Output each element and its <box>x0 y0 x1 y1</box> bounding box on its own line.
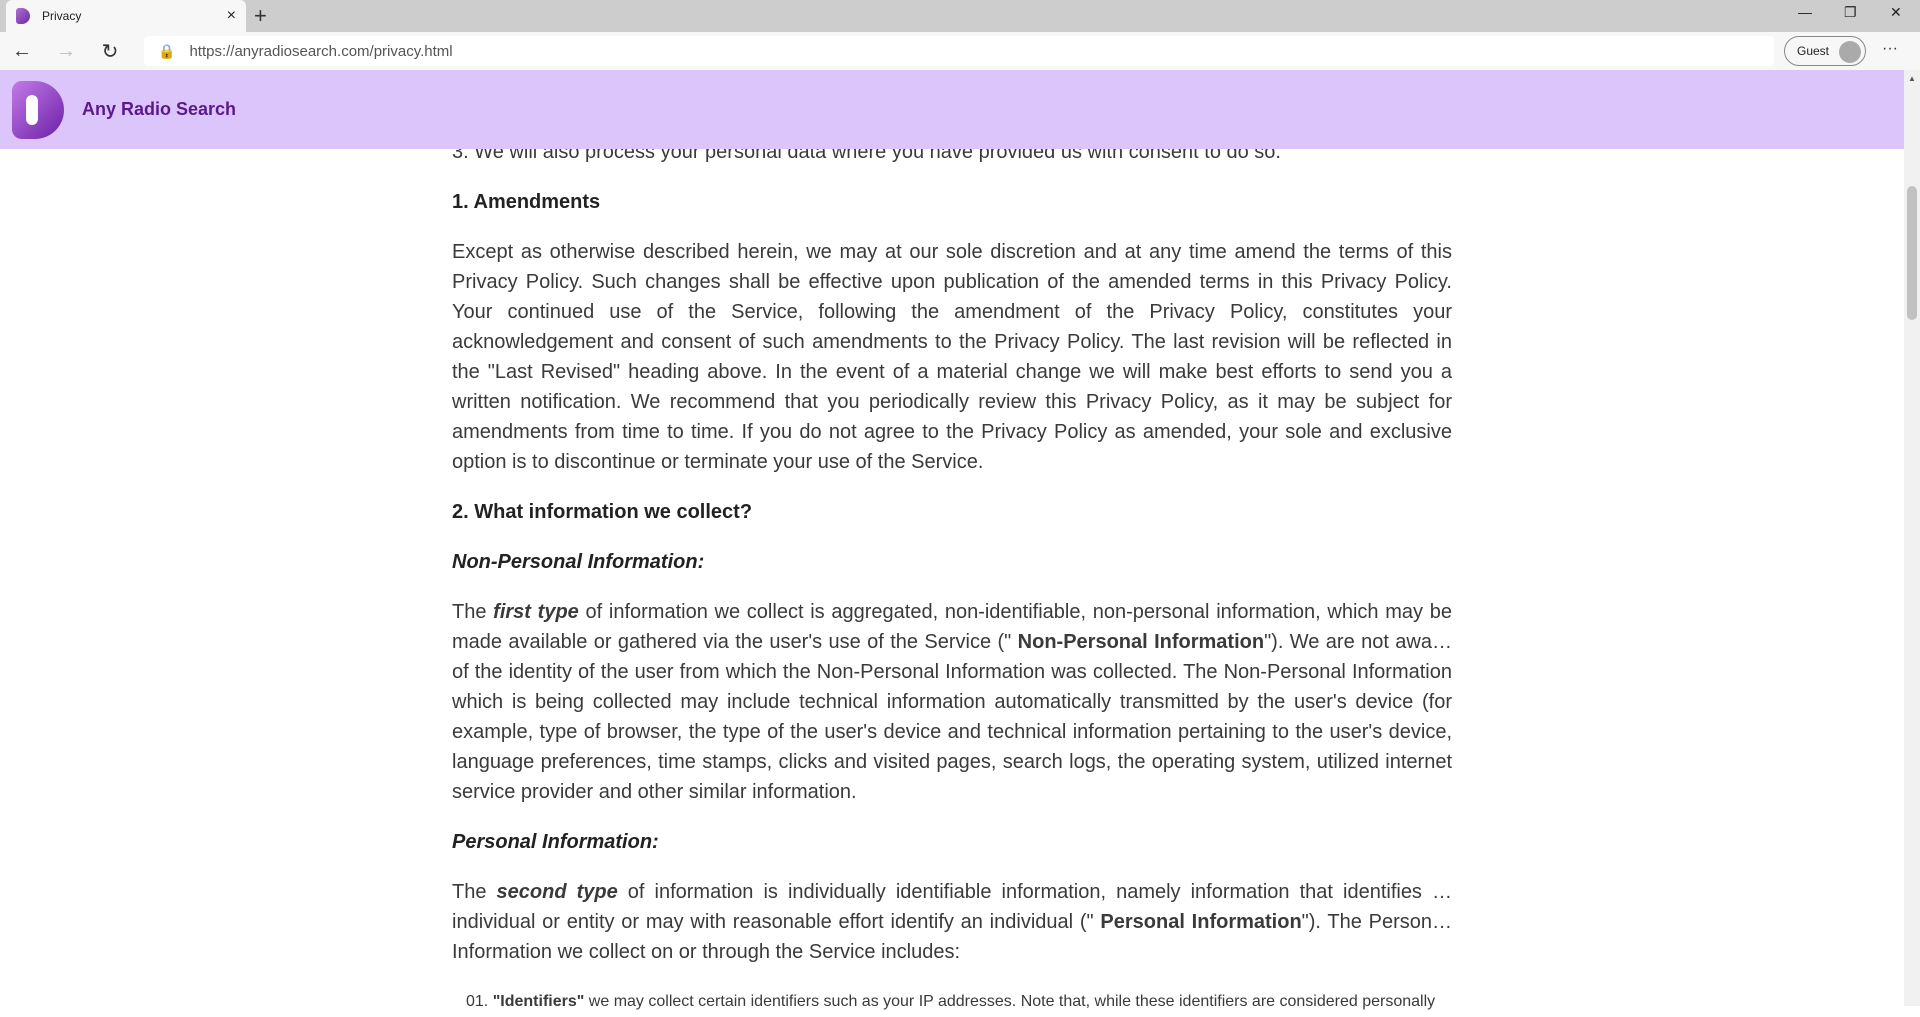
back-button[interactable]: ← <box>0 40 44 63</box>
site-header: Any Radio Search <box>0 70 1904 149</box>
identifiers-list: 01. "Identifiers" we may collect certain… <box>466 987 1452 1017</box>
nav-bar: ← → ↻ 🔒 https://anyradiosearch.com/priva… <box>0 32 1920 70</box>
profile-button[interactable]: Guest <box>1784 36 1866 66</box>
more-menu-icon[interactable]: ··· <box>1882 40 1898 58</box>
url-text: https://anyradiosearch.com/privacy.html <box>189 42 453 60</box>
subheading-non-personal: Non-Personal Information: <box>452 551 705 573</box>
new-tab-button[interactable]: + <box>254 3 267 29</box>
avatar-icon <box>1839 41 1861 63</box>
scroll-up-icon[interactable]: ▲ <box>1908 74 1916 83</box>
vertical-scrollbar[interactable]: ▲ <box>1904 70 1920 1006</box>
paragraph-non-personal: The first type of information we collect… <box>452 601 1452 803</box>
address-bar[interactable]: 🔒 https://anyradiosearch.com/privacy.htm… <box>144 36 1774 66</box>
scrollbar-thumb[interactable] <box>1907 186 1917 320</box>
close-window-icon[interactable]: ✕ <box>1890 4 1902 21</box>
tab-privacy[interactable]: Privacy × <box>6 0 246 32</box>
brand-name[interactable]: Any Radio Search <box>82 99 236 120</box>
lock-icon: 🔒 <box>158 42 176 59</box>
profile-label: Guest <box>1797 44 1830 58</box>
forward-button[interactable]: → <box>44 40 88 63</box>
tab-bar: Privacy × + — ❐ ✕ <box>0 0 1920 32</box>
tab-title: Privacy <box>42 9 82 23</box>
privacy-content: 3. We will also process your personal da… <box>452 137 1452 1017</box>
paragraph-personal: The second type of information is indivi… <box>452 881 1453 963</box>
heading-amendments: 1. Amendments <box>452 191 601 213</box>
paragraph-amendments: Except as otherwise described herein, we… <box>452 241 1452 473</box>
restore-icon[interactable]: ❐ <box>1844 4 1857 21</box>
close-tab-icon[interactable]: × <box>227 7 236 25</box>
heading-what-we-collect: 2. What information we collect? <box>452 501 753 523</box>
microphone-logo-icon[interactable] <box>12 80 64 139</box>
minimize-icon[interactable]: — <box>1798 4 1812 20</box>
refresh-button[interactable]: ↻ <box>88 39 132 64</box>
list-item: 01. "Identifiers" we may collect certain… <box>466 993 1436 1010</box>
subheading-personal: Personal Information: <box>452 831 659 853</box>
site-favicon-icon <box>16 8 30 24</box>
